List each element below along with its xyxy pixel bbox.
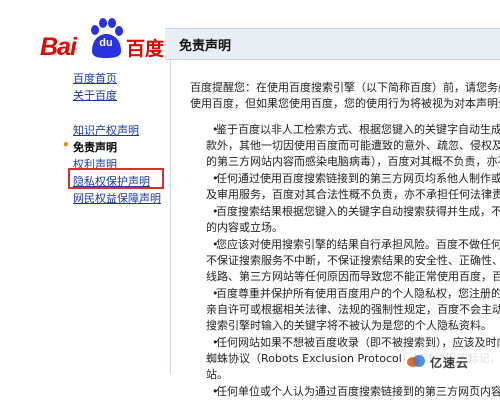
list-item-line: 线路、第三方网站等任何原因而导致您不能正常使用百度，百度 [206,270,500,283]
list-item-line: 的内容或立场。 [206,221,283,234]
list-item: 任何单位或个人认为通过百度搜索链接到的第三方网页内容可能 [190,384,500,400]
list-item-line: 亲自许可或根据相关法律、法规的强制性规定，百度不会主动地 [206,303,500,316]
sidebar-item-disclaimer[interactable]: 免责声明 [62,138,117,155]
list-item: 百度搜索结果根据您键入的关键字自动搜索获得并生成，不代表 的内容或立场。 [190,204,500,236]
logo-du-text: du [99,37,113,49]
list-item: 百度尊重并保护所有使用百度用户的个人隐私权，您注册的用户 亲自许可或根据相关法律… [190,286,500,334]
list-item: 您应该对使用搜索引擎的结果自行承担风险。百度不做任何形式 不保证搜索服务不中断，… [190,237,500,285]
intro-paragraph: 百度提醒您：在使用百度搜索引擎（以下简称百度）前，请您务必仔细 使用百度，但如果… [190,80,500,112]
paw-icon: du [86,17,126,59]
intro-line: 使用百度，但如果您使用百度，您的使用行为将被视为对本声明全部内 [190,97,500,110]
logo-cn-text: 百度 [126,38,165,60]
list-item-line: 鉴于百度以非人工检索方式、根据您键入的关键字自动生成到第 [216,123,500,136]
sidebar-item-about-baidu[interactable]: 关于百度 [73,87,117,103]
list-item-line: 搜索引擎时输入的关键字将不被认为是您的个人隐私资料。 [206,319,492,332]
privacy-link-highlight-box [68,168,164,189]
list-item-line: 任何单位或个人认为通过百度搜索链接到的第三方网页内容可能 [216,385,500,398]
list-item-line: 不保证搜索服务不中断，不保证搜索结果的安全性、正确性、 [206,254,500,267]
sidebar-item-baidu-home[interactable]: 百度首页 [73,70,117,86]
list-item: 鉴于百度以非人工检索方式、根据您键入的关键字自动生成到第 款外，其他一切因使用百… [190,122,500,170]
list-item-line: 任何通过使用百度搜索链接到的第三方网页均系他人制作或提 [216,172,500,185]
page-title: 免责声明 [179,39,232,54]
list-item-line: 您应该对使用搜索引擎的结果自行承担风险。百度不做任何形式 [216,238,500,251]
baidu-logo[interactable]: Bai du 百度 [40,15,164,61]
column-divider [170,59,171,375]
list-item: 任何通过使用百度搜索链接到的第三方网页均系他人制作或提 及审用服务，百度对其合法… [190,171,500,203]
watermark-text: 亿速云 [430,356,470,370]
sidebar-item-ip-statement[interactable]: 知识产权声明 [73,122,139,138]
list-item-line: 的第三方网站内容而感染电脑病毒），百度对其概不负责，亦不 [206,155,500,168]
list-item-line: 百度尊重并保护所有使用百度用户的个人隐私权，您注册的用户 [216,287,500,300]
logo-latin-text: Bai [40,33,77,61]
list-item-line: 百度搜索结果根据您键入的关键字自动搜索获得并生成，不代表 [216,205,500,218]
sidebar-item-user-rights-statement[interactable]: 网民权益保障声明 [73,190,161,206]
list-item-line: 款外，其他一切因使用百度而可能遭致的意外、疏忽、侵权及其 [206,139,500,152]
page-header-bar: 免责声明 [165,28,500,60]
intro-line: 百度提醒您：在使用百度搜索引擎（以下简称百度）前，请您务必仔细 [190,81,500,94]
list-item-line: 及审用服务，百度对其合法性概不负责，亦不承担任何法律责任 [206,188,500,201]
cloud-logo-icon [407,355,425,367]
watermark: 亿速云 [402,349,498,373]
